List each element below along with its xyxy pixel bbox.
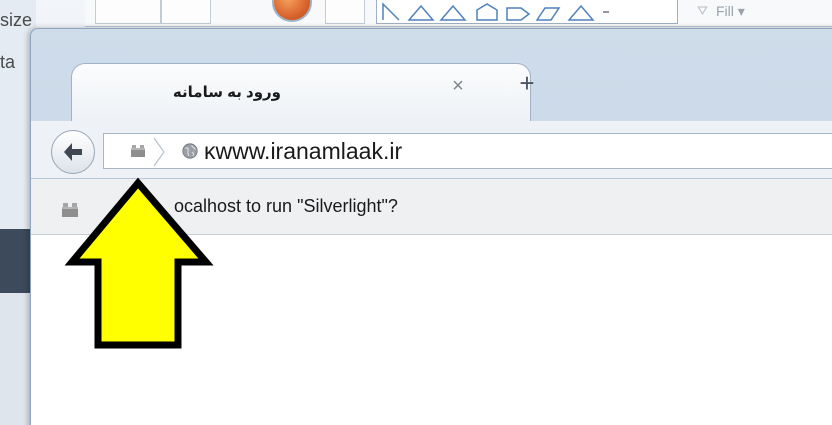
tab-strip: ورود به سامانه × +	[31, 29, 832, 121]
navigation-bar: ĸwww.iranamlaak.ir	[31, 121, 832, 179]
fill-label[interactable]: Fill ▾	[716, 3, 745, 20]
back-arrow-icon	[64, 143, 82, 161]
ribbon-button[interactable]	[325, 0, 365, 24]
fill-bucket-icon: ⛛	[697, 3, 708, 18]
ribbon-button[interactable]	[161, 0, 211, 24]
url-bar[interactable]: ĸwww.iranamlaak.ir	[103, 133, 832, 169]
background-label-ta: ta	[0, 52, 16, 72]
chevron-right-icon	[153, 137, 165, 167]
plugin-icon[interactable]	[130, 144, 146, 158]
tab-close-icon[interactable]: ×	[446, 74, 470, 98]
shapes-gallery[interactable]	[376, 0, 678, 24]
plugin-icon	[62, 203, 78, 217]
notification-text: ocalhost to run "Silverlight"?	[174, 196, 398, 216]
screenshot-stage: size ta ⛛ Fill ▾ ورود به سامانه × + ĸwww…	[0, 0, 832, 425]
tab-active[interactable]: ورود به سامانه ×	[71, 63, 531, 121]
plugin-notification-bar: ocalhost to run "Silverlight"?	[31, 179, 832, 235]
page-content	[31, 235, 832, 425]
back-button[interactable]	[51, 130, 95, 174]
new-tab-button[interactable]: +	[511, 67, 543, 99]
globe-icon[interactable]	[182, 143, 198, 159]
url-text[interactable]: ĸwww.iranamlaak.ir	[204, 138, 402, 165]
browser-window: ورود به سامانه × + ĸwww.iranamlaak.ir oc…	[30, 28, 832, 425]
background-label-size: size	[0, 10, 33, 30]
tab-title: ورود به سامانه	[172, 84, 281, 101]
ribbon-button[interactable]	[95, 0, 161, 24]
shapes-icon	[382, 2, 609, 21]
